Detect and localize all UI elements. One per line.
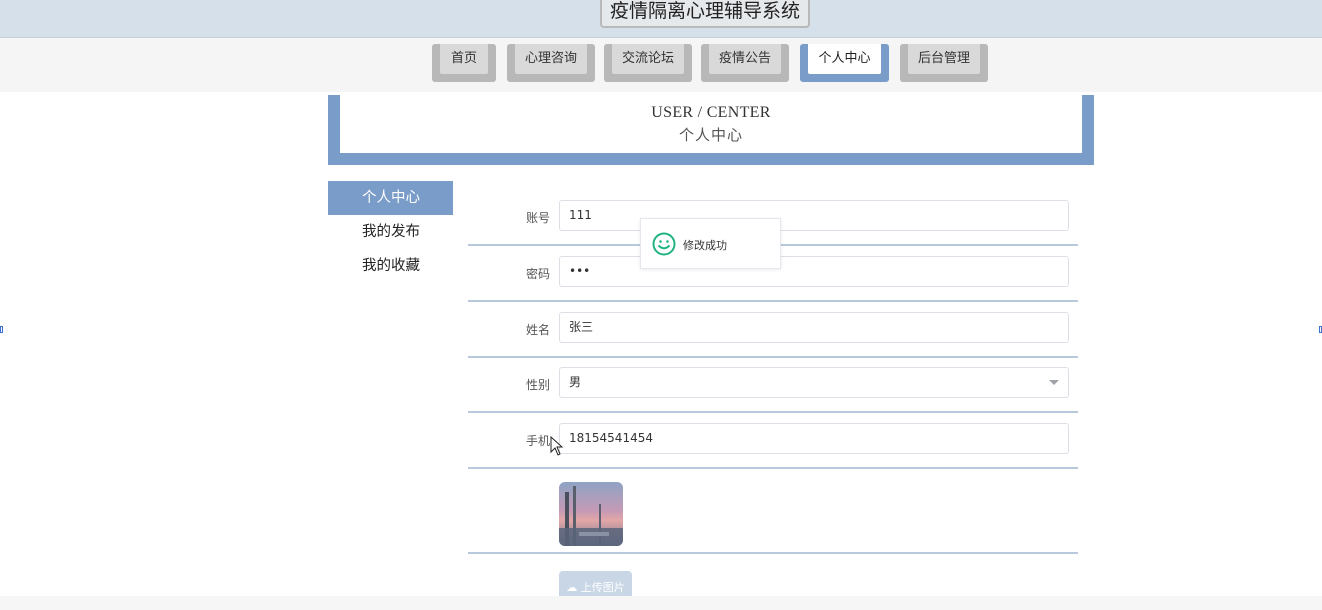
section-banner: USER / CENTER 个人中心 [328, 95, 1094, 165]
gender-label: 性别 [525, 378, 550, 392]
banner-title-en: USER / CENTER [651, 104, 771, 121]
gender-selected-value: 男 [569, 375, 582, 389]
success-toast: 修改成功 [640, 218, 781, 269]
banner-title-cn: 个人中心 [678, 126, 743, 144]
form-row-gender: 性别 男 [468, 355, 1078, 413]
avatar-image [559, 482, 623, 546]
toast-message: 修改成功 [683, 239, 727, 252]
nav-home[interactable]: 首页 [432, 44, 496, 82]
bottom-strip [0, 596, 1322, 610]
password-input[interactable]: ••• [559, 256, 1069, 287]
sidebar-menu: 个人中心 我的发布 我的收藏 [328, 181, 453, 283]
nav-announcements-label: 疫情公告 [709, 44, 781, 74]
avatar-photo-graphic [559, 486, 623, 546]
sidebar-item-my-posts[interactable]: 我的发布 [328, 215, 453, 249]
gender-select[interactable]: 男 [559, 367, 1069, 398]
main-nav: 首页 心理咨询 交流论坛 疫情公告 个人中心 后台管理 [0, 38, 1322, 92]
nav-admin-label: 后台管理 [908, 44, 980, 74]
name-input[interactable]: 张三 [559, 312, 1069, 343]
cloud-upload-icon: ☁ [566, 581, 578, 594]
smile-icon [652, 232, 676, 256]
name-label: 姓名 [525, 323, 550, 337]
nav-admin[interactable]: 后台管理 [900, 44, 988, 82]
phone-label: 手机 [525, 434, 550, 448]
top-bar: 疫情隔离心理辅导系统 [0, 0, 1322, 38]
banner-inner: USER / CENTER 个人中心 [340, 95, 1082, 153]
left-edge-marker [0, 326, 3, 333]
nav-user-center-label: 个人中心 [808, 44, 881, 74]
nav-consultation-label: 心理咨询 [515, 44, 587, 74]
account-label: 账号 [525, 211, 550, 225]
account-input[interactable]: 111 [559, 200, 1069, 231]
sidebar-item-my-favorites[interactable]: 我的收藏 [328, 249, 453, 283]
sidebar-item-user-center[interactable]: 个人中心 [328, 181, 453, 215]
form-row-photo [468, 467, 1078, 554]
site-title: 疫情隔离心理辅导系统 [600, 0, 811, 28]
nav-home-label: 首页 [440, 44, 488, 74]
nav-forum-label: 交流论坛 [612, 44, 684, 74]
phone-input[interactable]: 18154541454 [559, 423, 1069, 454]
password-label: 密码 [525, 267, 550, 281]
mouse-cursor-icon [550, 436, 564, 456]
chevron-down-icon [1049, 380, 1059, 385]
nav-announcements[interactable]: 疫情公告 [701, 44, 789, 82]
nav-consultation[interactable]: 心理咨询 [507, 44, 595, 82]
nav-forum[interactable]: 交流论坛 [604, 44, 692, 82]
form-row-name: 姓名 张三 [468, 300, 1078, 358]
upload-image-label: 上传图片 [580, 581, 625, 594]
nav-user-center[interactable]: 个人中心 [800, 44, 889, 82]
